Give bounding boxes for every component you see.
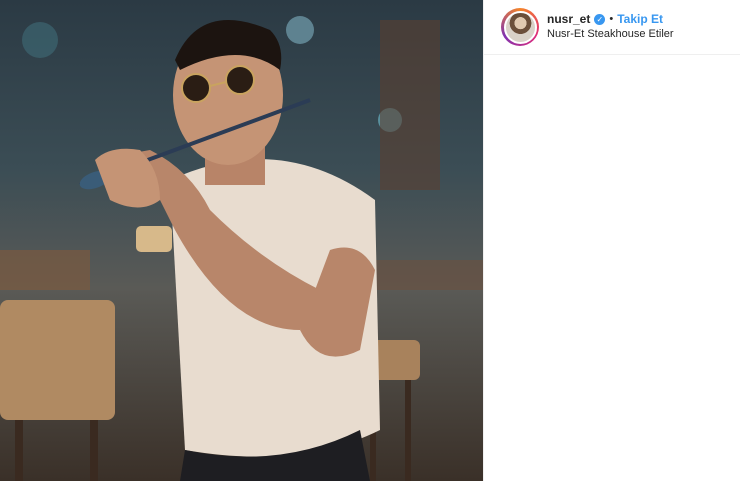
username-link[interactable]: nusr_et (547, 12, 590, 27)
follow-button[interactable]: Takip Et (617, 12, 663, 27)
instagram-post: nusr_et ✓ • Takip Et Nusr-Et Steakhouse … (0, 0, 740, 481)
post-image[interactable] (0, 0, 483, 481)
location-link[interactable]: Nusr-Et Steakhouse Etiler (547, 27, 674, 42)
separator-dot: • (609, 13, 614, 25)
avatar[interactable] (501, 8, 539, 46)
post-header: nusr_et ✓ • Takip Et Nusr-Et Steakhouse … (484, 0, 740, 55)
avatar-image (503, 10, 537, 44)
verified-badge-icon: ✓ (594, 14, 606, 25)
header-row: nusr_et ✓ • Takip Et (547, 12, 674, 27)
header-meta: nusr_et ✓ • Takip Et Nusr-Et Steakhouse … (547, 12, 674, 42)
post-photo-illustration (0, 16, 483, 481)
post-sidebar: nusr_et ✓ • Takip Et Nusr-Et Steakhouse … (483, 0, 740, 481)
